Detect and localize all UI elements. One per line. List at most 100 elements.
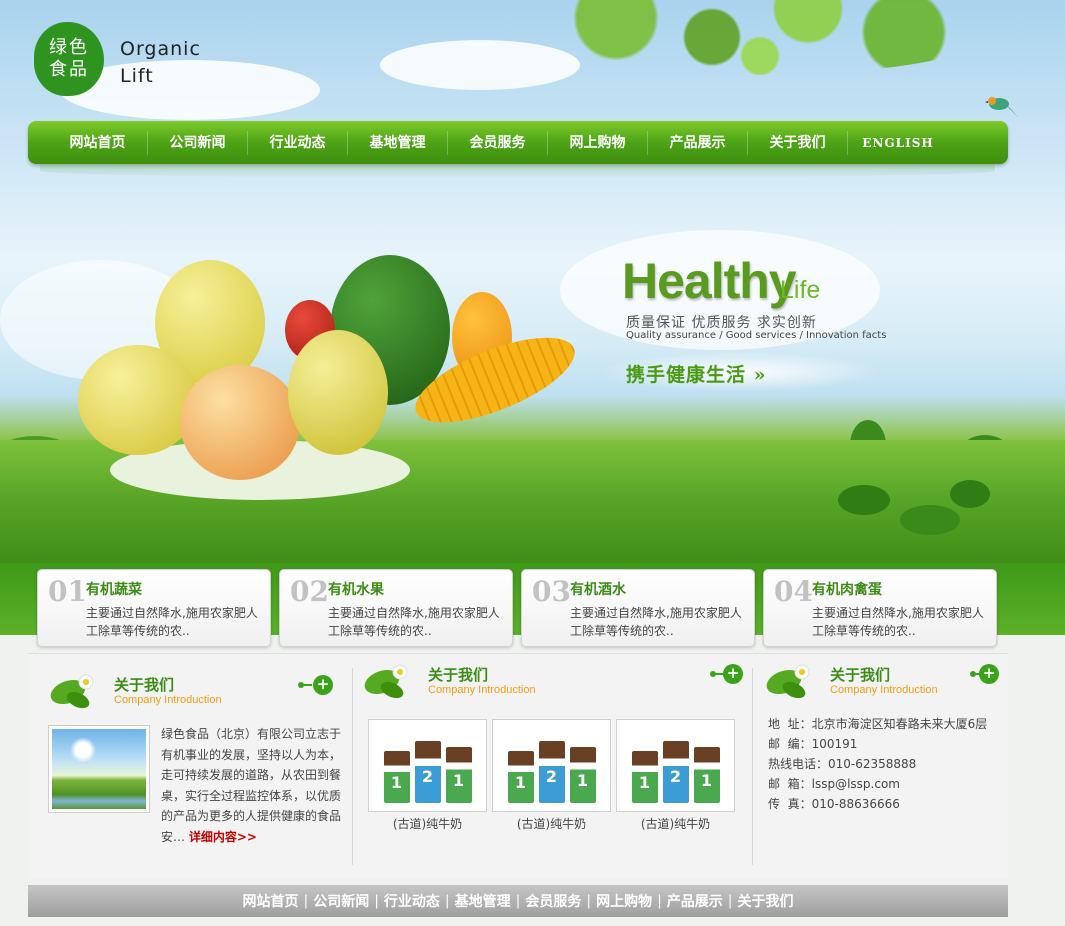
footer-link-industry[interactable]: 行业动态 — [384, 891, 440, 911]
brand-name-line1: Organic — [120, 38, 201, 60]
feature-title: 有机肉禽蛋 — [812, 582, 882, 598]
feature-card-drinks[interactable]: 03 有机酒水 主要通过自然降水,施用农家肥人工除草等传统的农.. — [521, 569, 755, 647]
bush — [838, 485, 890, 515]
more-plus-icon[interactable]: + — [979, 664, 999, 684]
nav-item-products[interactable]: 产品展示 — [648, 130, 748, 155]
nav-item-english[interactable]: ENGLISH — [848, 131, 948, 155]
leaf-icon — [766, 664, 810, 699]
nav-item-company-news[interactable]: 公司新闻 — [148, 130, 248, 155]
product-card[interactable]: 1 2 1 — [492, 719, 611, 812]
footer-link-shop[interactable]: 网上购物 — [596, 891, 652, 911]
column-divider — [352, 668, 353, 865]
more-dot — [970, 671, 976, 677]
pear — [288, 330, 388, 455]
contact-email[interactable]: 邮 箱：lssp@lssp.com — [768, 774, 987, 794]
feature-card-meat-eggs[interactable]: 04 有机肉禽蛋 主要通过自然降水,施用农家肥人工除草等传统的农.. — [763, 569, 997, 647]
milk-pack: 1 — [569, 747, 596, 803]
contact-section-header: 关于我们 Company Introduction — [764, 662, 1004, 702]
section-title: 关于我们 — [428, 666, 489, 684]
about-section-header: 关于我们 Company Introduction — [48, 672, 338, 712]
feature-title: 有机蔬菜 — [86, 582, 142, 598]
banner-slogan[interactable]: 携手健康生活 » — [626, 360, 767, 387]
leaf-icon — [364, 664, 408, 699]
footer-link-home[interactable]: 网站首页 — [242, 891, 298, 911]
contact-zip: 邮 编：100191 — [768, 737, 858, 751]
column-divider — [752, 668, 753, 865]
feature-number: 01 — [48, 575, 87, 608]
milk-pack: 1 — [507, 751, 534, 803]
footer-separator: | — [727, 893, 733, 909]
product-name[interactable]: (古道)纯牛奶 — [616, 815, 735, 832]
about-text: 绿色食品（北京）有限公司立志于有机事业的发展，坚持以人为本，走可持续发展的道路，… — [161, 724, 345, 847]
sun-icon — [70, 737, 96, 763]
pear — [78, 345, 198, 455]
footer-link-members[interactable]: 会员服务 — [525, 891, 581, 911]
products-section-header: 关于我们 Company Introduction — [362, 662, 742, 702]
bush — [900, 505, 960, 535]
nav-item-shop[interactable]: 网上购物 — [548, 130, 648, 155]
product-name[interactable]: (古道)纯牛奶 — [492, 815, 611, 832]
banner-headline-sub: Life — [780, 276, 821, 304]
milk-pack: 1 — [631, 751, 658, 803]
main-nav: 网站首页 公司新闻 行业动态 基地管理 会员服务 网上购物 产品展示 关于我们 … — [28, 121, 1008, 164]
nav-item-industry[interactable]: 行业动态 — [248, 130, 348, 155]
tree-foliage — [520, 0, 1000, 75]
footer-separator: | — [374, 893, 379, 909]
section-subtitle: Company Introduction — [830, 684, 938, 696]
logo[interactable]: 绿色 食品 — [34, 22, 104, 96]
footer-separator: | — [303, 893, 309, 909]
nav-shadow — [40, 164, 995, 178]
milk-pack: 1 — [383, 751, 410, 803]
feature-number: 03 — [532, 575, 571, 608]
milk-pack: 2 — [538, 741, 565, 803]
product-card[interactable]: 1 2 1 — [368, 719, 487, 812]
brand-name: Organic Lift — [120, 36, 201, 90]
nav-item-base[interactable]: 基地管理 — [348, 130, 448, 155]
milk-pack: 1 — [693, 747, 720, 803]
more-dot — [298, 682, 304, 688]
feature-desc: 主要通过自然降水,施用农家肥人工除草等传统的农.. — [570, 606, 742, 638]
footer-link-base[interactable]: 基地管理 — [455, 891, 511, 911]
feature-desc: 主要通过自然降水,施用农家肥人工除草等传统的农.. — [328, 606, 500, 638]
feature-number: 04 — [774, 575, 813, 608]
nav-item-members[interactable]: 会员服务 — [448, 130, 548, 155]
footer-link-company-news[interactable]: 公司新闻 — [313, 891, 369, 911]
about-image[interactable] — [48, 725, 150, 813]
contact-fax: 传 真：010-88636666 — [768, 797, 900, 811]
feature-card-vegetables[interactable]: 01 有机蔬菜 主要通过自然降水,施用农家肥人工除草等传统的农.. — [37, 569, 271, 647]
milk-pack: 2 — [414, 741, 441, 803]
product-name[interactable]: (古道)纯牛奶 — [368, 815, 487, 832]
contact-info: 地 址：北京市海淀区知春路未来大厦6层 邮 编：100191 热线电话：010-… — [768, 714, 987, 814]
banner-headline: Healthy — [622, 253, 797, 309]
feature-card-fruits[interactable]: 02 有机水果 主要通过自然降水,施用农家肥人工除草等传统的农.. — [279, 569, 513, 647]
feature-title: 有机水果 — [328, 582, 384, 598]
footer-link-products[interactable]: 产品展示 — [667, 891, 723, 911]
product-card[interactable]: 1 2 1 — [616, 719, 735, 812]
about-more-link[interactable]: 详细内容>> — [189, 830, 257, 844]
contact-address: 地 址：北京市海淀区知春路未来大厦6层 — [768, 717, 988, 731]
bush — [950, 480, 990, 508]
feature-title: 有机酒水 — [570, 582, 626, 598]
more-plus-icon[interactable]: + — [723, 664, 743, 684]
milk-pack: 2 — [662, 741, 689, 803]
landscape-photo — [52, 729, 146, 809]
bird-icon — [985, 97, 1019, 118]
footer-separator: | — [586, 893, 592, 909]
milk-pack: 1 — [445, 747, 472, 803]
feature-desc: 主要通过自然降水,施用农家肥人工除草等传统的农.. — [86, 606, 258, 638]
contact-hotline: 热线电话：010-62358888 — [768, 757, 917, 771]
nav-item-about[interactable]: 关于我们 — [748, 130, 848, 155]
banner-tagline-en: Quality assurance / Good services / Inno… — [626, 330, 887, 341]
footer-link-about[interactable]: 关于我们 — [738, 891, 794, 911]
footer-separator: | — [515, 893, 521, 909]
banner-tagline-cn: 质量保证 优质服务 求实创新 — [626, 315, 817, 331]
footer-separator: | — [657, 893, 662, 909]
pear — [180, 365, 300, 480]
footer-separator: | — [444, 893, 450, 909]
brand-name-line2: Lift — [120, 65, 154, 87]
more-plus-icon[interactable]: + — [313, 675, 333, 695]
section-title: 关于我们 — [114, 676, 175, 694]
more-dot — [710, 671, 716, 677]
nav-item-home[interactable]: 网站首页 — [48, 130, 148, 155]
footer-nav: 网站首页 | 公司新闻 | 行业动态 | 基地管理 | 会员服务 | 网上购物 … — [28, 885, 1008, 917]
